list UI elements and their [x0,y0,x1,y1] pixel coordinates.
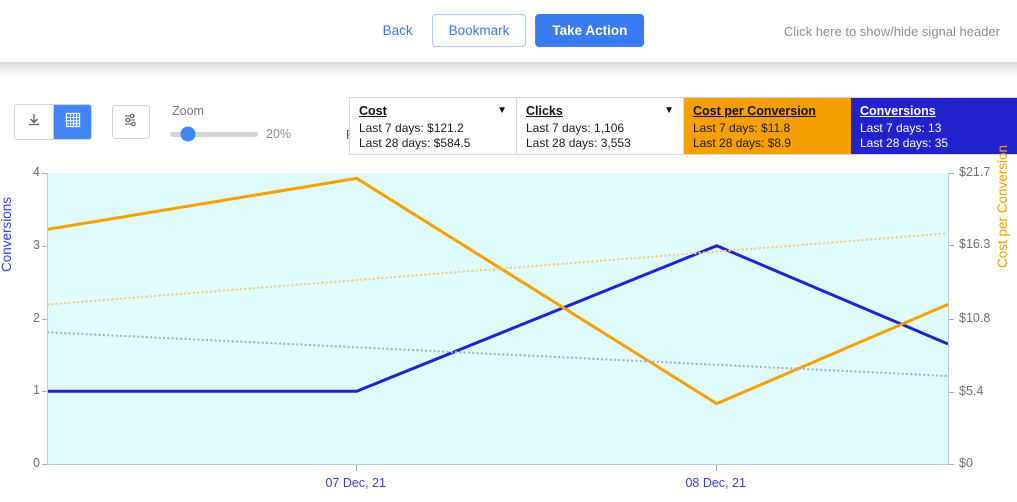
page-header: Back Bookmark Take Action Click here to … [0,0,1017,62]
metric-card-last7: Last 7 days: $11.8 [693,121,791,135]
download-button[interactable] [15,105,53,139]
toolbar-controls: Zoom 20% Reset [0,79,379,142]
header-action-group: Back Bookmark Take Action [373,14,645,47]
bookmark-button[interactable]: Bookmark [431,14,527,47]
zoom-label: Zoom [172,104,204,118]
left-axis-tick-label: 4 [33,165,40,179]
right-axis-tick-label: $0 [959,456,973,470]
right-axis-tick-label: $16.3 [959,237,991,252]
metric-card-title: Conversions [860,104,936,118]
metric-card-row: Cost Last 7 days: $121.2 Last 28 days: $… [349,97,1017,155]
metric-card-last7: Last 7 days: 13 [860,121,942,135]
chart-series-line [48,331,948,378]
metric-card-cost-per-conversion[interactable]: Cost per Conversion Last 7 days: $11.8 L… [684,98,851,154]
left-axis-tick-label: 0 [33,456,40,470]
signal-header-toggle[interactable]: Click here to show/hide signal header [784,24,1000,39]
right-axis-tick-label: $21.7 [959,165,991,179]
metric-card-title: Clicks [526,104,563,118]
chart-series-layer [48,176,948,406]
download-icon [25,111,43,134]
chevron-down-icon[interactable]: ▼ [497,105,507,116]
left-axis-tick-label: 2 [33,310,40,325]
dual-axis-line-chart: Conversions Cost per Conversion 0 1 2 3 4 $0 $… [0,145,1017,502]
metric-card-conversions[interactable]: Conversions Last 7 days: 13 Last 28 days… [851,98,1017,154]
metric-card-last7: Last 7 days: 1,106 [526,121,625,135]
zoom-slider-thumb[interactable] [180,126,196,142]
x-axis-tick-mark [715,465,717,471]
zoom-percent-value: 20% [266,127,292,141]
x-axis-tick-label: 08 Dec, 21 [685,476,746,490]
sliders-settings-icon [122,111,140,134]
metric-card-title: Cost [359,104,387,118]
signal-detail-page: Back Bookmark Take Action Click here to … [0,0,1017,502]
metric-card-title: Cost per Conversion [693,104,816,118]
chart-plot-area [47,173,949,465]
metric-card-last28: Last 28 days: $584.5 [359,136,471,150]
zoom-slider-row: 20% [170,126,320,142]
back-button[interactable]: Back [373,17,423,44]
metric-card-last28: Last 28 days: 3,553 [526,136,631,150]
zoom-control: Zoom 20% [170,103,320,142]
table-view-button[interactable] [53,105,91,139]
right-axis-tick-label: $5.4 [959,383,984,398]
view-mode-button-group [14,104,92,140]
metric-card-last28: Last 28 days: 35 [860,136,949,150]
header-divider [0,62,1017,79]
right-axis-title: Cost per Conversion [995,144,1010,268]
chevron-down-icon[interactable]: ▼ [664,105,674,116]
zoom-slider[interactable] [170,126,258,142]
metric-card-last7: Last 7 days: $121.2 [359,121,464,135]
table-grid-icon [64,111,82,134]
x-axis-tick-mark [355,465,357,471]
right-axis-tick-label: $10.8 [959,311,991,326]
left-axis-tick-label: 1 [33,383,40,398]
x-axis-tick-label: 07 Dec, 21 [325,476,386,490]
take-action-button[interactable]: Take Action [535,14,645,47]
metric-card-cost[interactable]: Cost Last 7 days: $121.2 Last 28 days: $… [350,98,517,154]
chart-series-line [48,232,948,306]
metric-card-clicks[interactable]: Clicks Last 7 days: 1,106 Last 28 days: … [517,98,684,154]
left-axis-tick-label: 3 [33,237,40,252]
left-axis-title: Conversions [0,196,14,272]
metric-card-last28: Last 28 days: $8.9 [693,136,792,150]
chart-settings-button[interactable] [112,105,150,139]
